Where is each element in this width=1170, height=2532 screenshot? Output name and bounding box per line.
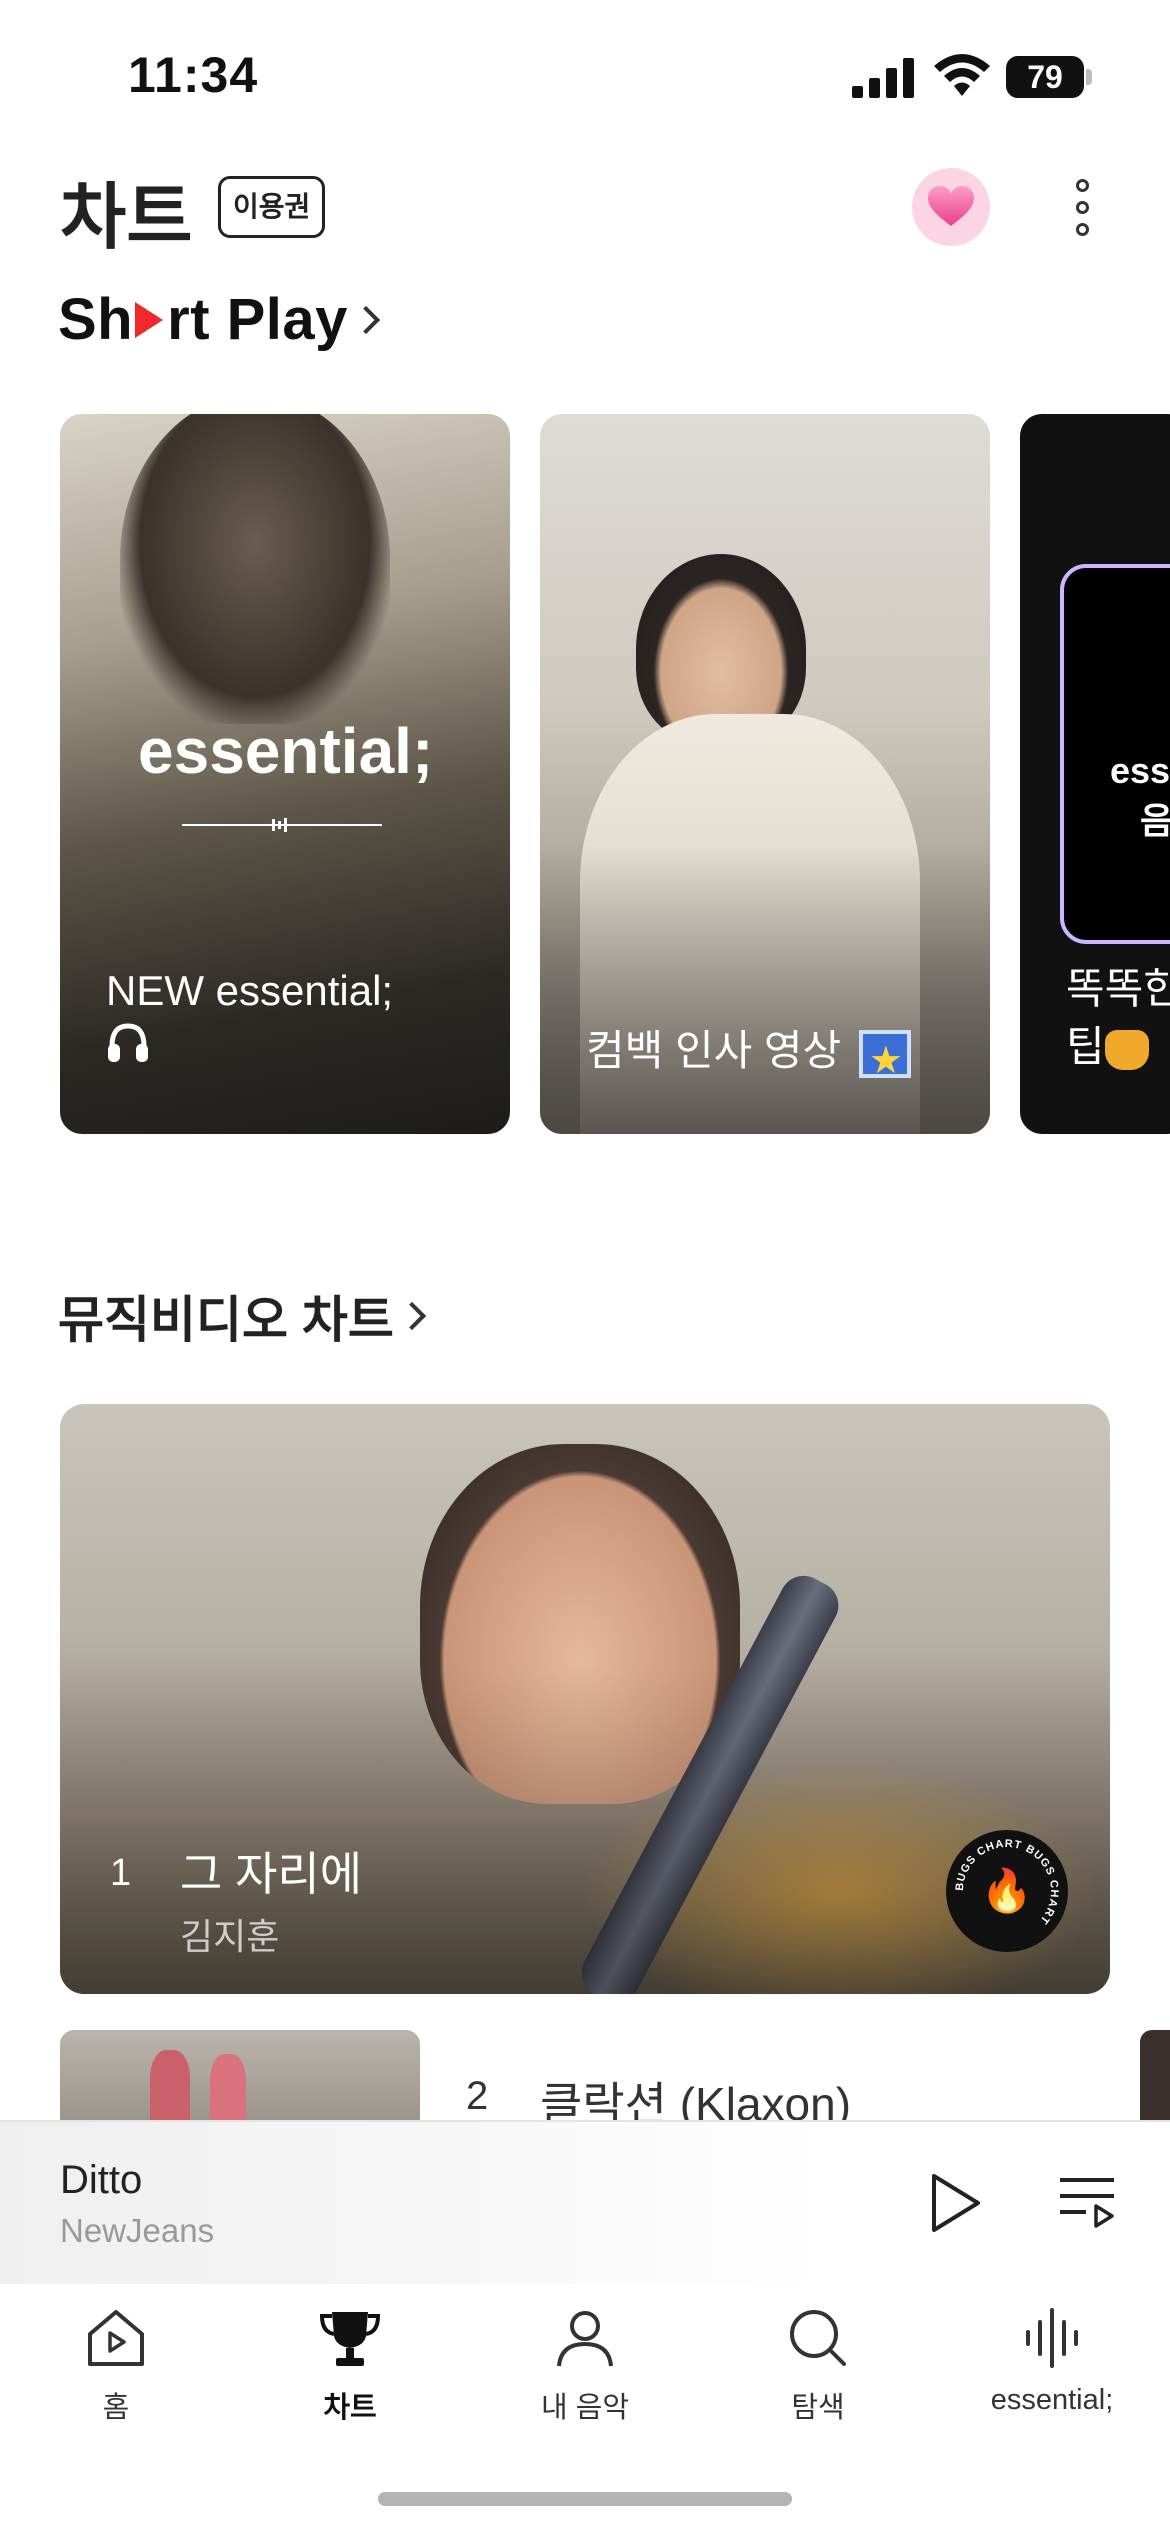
svg-text:BUGS CHART BUGS CHART: BUGS CHART BUGS CHART bbox=[954, 1838, 1060, 1927]
nav-label: 홈 bbox=[102, 2392, 130, 2424]
battery-indicator: 79 bbox=[1006, 56, 1092, 98]
music-video-chart-title: 뮤직비디오 차트 bbox=[58, 1292, 394, 1348]
video-title: 그 자리에 bbox=[180, 1848, 363, 1900]
more-options-button[interactable] bbox=[1060, 168, 1104, 246]
music-video-chart-heading[interactable]: 뮤직비디오 차트 bbox=[58, 1280, 427, 1352]
cellular-signal-icon bbox=[852, 58, 914, 98]
bugs-chart-badge: BUGS CHART BUGS CHART 🔥 bbox=[946, 1830, 1068, 1952]
short-play-card-essential[interactable]: essential; NEW essential; bbox=[60, 414, 510, 1134]
search-icon bbox=[790, 2310, 846, 2366]
star-box-icon bbox=[858, 1029, 911, 1090]
music-video-thumbnail[interactable] bbox=[60, 2030, 420, 2120]
card-caption-text: NEW essential; bbox=[106, 967, 394, 1014]
more-vertical-icon bbox=[1075, 178, 1089, 192]
pass-badge[interactable]: 이용권 bbox=[218, 176, 326, 238]
nav-item-search[interactable]: 탐색 bbox=[718, 2306, 918, 2446]
video-artist: 김지훈 bbox=[180, 1916, 280, 1957]
now-playing-title: Ditto bbox=[60, 2158, 143, 2202]
home-play-icon bbox=[88, 2310, 144, 2366]
bugs-chart-badge-ring: BUGS CHART BUGS CHART bbox=[954, 1838, 1060, 1927]
nav-item-home[interactable]: 홈 bbox=[16, 2306, 216, 2446]
chart-rank: 1 bbox=[110, 1852, 132, 1894]
status-bar: 11:34 79 bbox=[0, 0, 1170, 140]
card-caption: 똑똑한 팁 bbox=[1066, 960, 1170, 1076]
nav-label: 내 음악 bbox=[540, 2392, 630, 2424]
card-photo bbox=[120, 414, 390, 724]
short-play-card-comeback[interactable]: 컴백 인사 영상 bbox=[540, 414, 990, 1134]
short-play-card-tips[interactable]: ess 음 똑똑한 팁 bbox=[1020, 414, 1170, 1134]
waveform-icon bbox=[1026, 2308, 1078, 2368]
heart-icon bbox=[928, 186, 974, 226]
card-caption: 컴백 인사 영상 bbox=[586, 1022, 911, 1090]
nav-item-essential[interactable]: essential; bbox=[952, 2306, 1152, 2446]
mini-player[interactable]: Ditto NewJeans bbox=[0, 2120, 1170, 2284]
chevron-right-icon bbox=[397, 1301, 427, 1331]
nav-label: essential; bbox=[990, 2384, 1114, 2416]
featured-music-video[interactable]: 1 그 자리에 김지훈 BUGS CHART BUGS CHART 🔥 bbox=[60, 1404, 1110, 1994]
card-caption-text: 똑똑한 bbox=[1066, 965, 1170, 1012]
nav-item-my-music[interactable]: 내 음악 bbox=[485, 2306, 685, 2446]
headphones-icon bbox=[108, 1023, 148, 1062]
short-play-heading-left: Sh bbox=[58, 287, 134, 352]
nav-label: 차트 bbox=[323, 2392, 377, 2424]
play-icon[interactable] bbox=[928, 2172, 982, 2234]
short-play-heading[interactable]: Sh rt Play bbox=[58, 286, 381, 353]
bottom-navigation: 홈 차트 내 음악 탐색 essential; bbox=[0, 2284, 1170, 2532]
play-triangle-icon bbox=[135, 301, 164, 338]
home-indicator[interactable] bbox=[378, 2492, 792, 2506]
nav-item-chart[interactable]: 차트 bbox=[250, 2306, 450, 2446]
music-video-thumbnail[interactable] bbox=[1140, 2030, 1170, 2120]
short-play-heading-right: rt Play bbox=[167, 287, 348, 352]
now-playing-artist: NewJeans bbox=[60, 2212, 215, 2249]
card-caption-text: 컴백 인사 영상 bbox=[586, 1027, 842, 1074]
playlist-icon[interactable] bbox=[1056, 2174, 1118, 2230]
essential-brand-text: essential; bbox=[138, 715, 434, 787]
nav-label: 탐색 bbox=[791, 2392, 845, 2424]
heart-button[interactable] bbox=[912, 168, 990, 246]
chart-rank: 2 bbox=[466, 2074, 489, 2118]
chevron-right-icon bbox=[351, 305, 381, 334]
card-caption: NEW essential; bbox=[106, 962, 393, 1079]
wifi-icon bbox=[934, 54, 990, 96]
person-icon bbox=[557, 2311, 613, 2367]
status-time: 11:34 bbox=[128, 47, 259, 103]
honey-pot-icon bbox=[1104, 1029, 1149, 1070]
battery-level: 79 bbox=[1027, 59, 1063, 95]
trophy-icon bbox=[319, 2312, 381, 2366]
page-title: 차트 bbox=[60, 178, 193, 258]
frame-text: 음 bbox=[1140, 800, 1170, 841]
waveform-line bbox=[182, 818, 382, 832]
card-caption-text: 팁 bbox=[1066, 1023, 1105, 1070]
frame-text: ess bbox=[1110, 750, 1170, 791]
